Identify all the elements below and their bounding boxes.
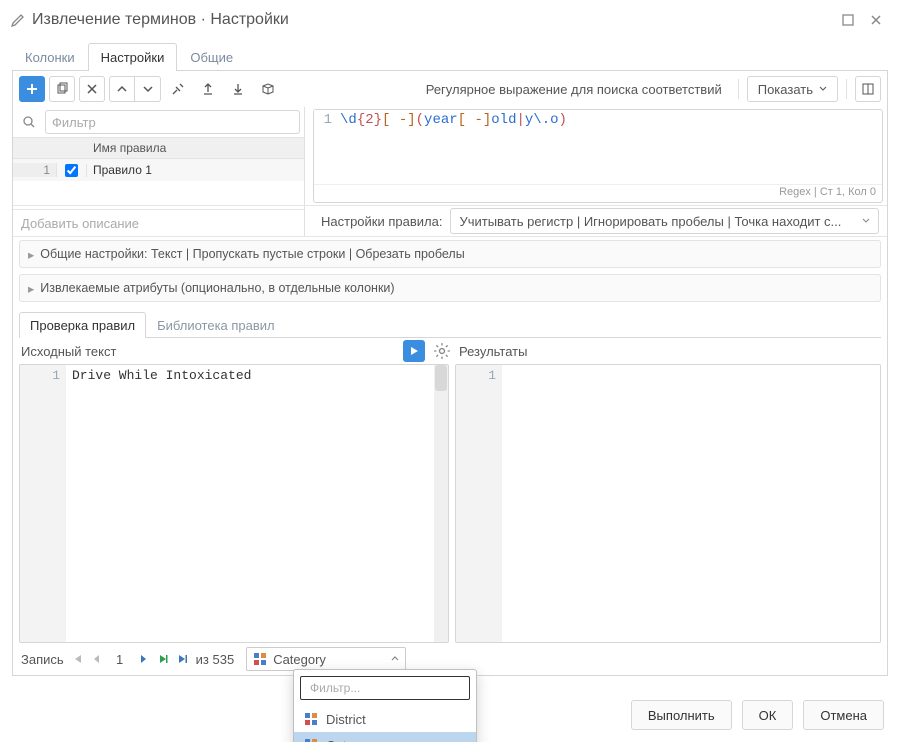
rule-settings-value: Учитывать регистр | Игнорировать пробелы…: [459, 214, 841, 229]
tab-columns[interactable]: Колонки: [12, 43, 88, 71]
source-text-pane[interactable]: 1 Drive While Intoxicated: [19, 364, 449, 643]
column-dropdown: District Category Tt Description: [293, 669, 477, 742]
results-pane[interactable]: 1: [455, 364, 881, 643]
general-settings-collapsible[interactable]: ▸ Общие настройки: Текст | Пропускать пу…: [19, 240, 881, 268]
tab-rule-check[interactable]: Проверка правил: [19, 312, 146, 338]
regex-label: Регулярное выражение для поиска соответс…: [418, 82, 730, 97]
move-down-button[interactable]: [135, 76, 161, 102]
cancel-button[interactable]: Отмена: [803, 700, 884, 730]
maximize-button[interactable]: [834, 6, 862, 34]
regex-editor[interactable]: \d{2}[ -](year[ -]old|y\.o): [336, 110, 882, 184]
code-gutter: 1: [314, 110, 336, 184]
general-settings-label: Общие настройки: Текст | Пропускать пуст…: [40, 247, 464, 261]
add-button[interactable]: [19, 76, 45, 102]
chevron-down-icon: [819, 85, 827, 93]
search-icon: [305, 682, 306, 694]
rules-header: Имя правила: [87, 141, 304, 155]
rule-name: Правило 1: [87, 163, 304, 177]
export-button[interactable]: [195, 76, 221, 102]
category-icon: [304, 738, 318, 742]
results-label: Результаты: [459, 344, 879, 359]
move-up-button[interactable]: [109, 76, 135, 102]
category-icon: [253, 652, 267, 666]
close-button[interactable]: [862, 6, 890, 34]
rule-settings-select[interactable]: Учитывать регистр | Игнорировать пробелы…: [450, 208, 879, 234]
chevron-right-icon: ▸: [28, 247, 34, 262]
pick-button[interactable]: [165, 76, 191, 102]
ok-button[interactable]: ОК: [742, 700, 794, 730]
import-button[interactable]: [225, 76, 251, 102]
source-text-label: Исходный текст: [21, 344, 116, 359]
run-test-button[interactable]: [403, 340, 425, 362]
gear-icon[interactable]: [433, 342, 451, 360]
chevron-up-icon: [391, 655, 399, 663]
rule-enabled-checkbox[interactable]: [65, 164, 78, 177]
record-total: из 535: [196, 652, 235, 667]
next-record-button[interactable]: [136, 652, 150, 666]
column-select[interactable]: Category: [246, 647, 406, 671]
rule-settings-label: Настройки правила:: [321, 214, 442, 229]
search-icon: [17, 110, 41, 134]
dropdown-item-district[interactable]: District: [294, 706, 476, 732]
dropdown-filter-input[interactable]: [310, 681, 465, 695]
column-select-value: Category: [273, 652, 326, 667]
rule-row[interactable]: 1 Правило 1: [13, 159, 304, 181]
tab-rule-library[interactable]: Библиотека правил: [146, 312, 286, 338]
first-record-button[interactable]: [70, 652, 84, 666]
play-records-button[interactable]: [156, 652, 170, 666]
tab-settings[interactable]: Настройки: [88, 43, 178, 71]
record-number[interactable]: 1: [110, 652, 130, 667]
chevron-right-icon: ▸: [28, 281, 34, 296]
source-text: Drive While Intoxicated: [66, 365, 434, 642]
window-title: Извлечение терминов · Настройки: [32, 11, 834, 29]
extracted-attrs-collapsible[interactable]: ▸ Извлекаемые атрибуты (опционально, в о…: [19, 274, 881, 302]
dropdown-item-category[interactable]: Category: [294, 732, 476, 742]
delete-button[interactable]: [79, 76, 105, 102]
show-dropdown[interactable]: Показать: [747, 76, 838, 102]
show-label: Показать: [758, 82, 813, 97]
rule-number: 1: [13, 163, 57, 177]
record-label: Запись: [21, 652, 64, 667]
chevron-down-icon: [862, 217, 870, 225]
source-gutter: 1: [20, 365, 66, 642]
last-record-button[interactable]: [176, 652, 190, 666]
copy-button[interactable]: [49, 76, 75, 102]
edit-icon: [10, 12, 26, 28]
run-button[interactable]: Выполнить: [631, 700, 732, 730]
extracted-attrs-label: Извлекаемые атрибуты (опционально, в отд…: [40, 281, 394, 295]
package-button[interactable]: [255, 76, 281, 102]
tab-general[interactable]: Общие: [177, 43, 246, 71]
editor-status: Regex | Ст 1, Кол 0: [314, 184, 882, 202]
results-gutter: 1: [456, 365, 502, 642]
category-icon: [304, 712, 318, 726]
prev-record-button[interactable]: [90, 652, 104, 666]
rules-filter-input[interactable]: [45, 110, 300, 134]
layout-button[interactable]: [855, 76, 881, 102]
scrollbar[interactable]: [434, 365, 448, 642]
